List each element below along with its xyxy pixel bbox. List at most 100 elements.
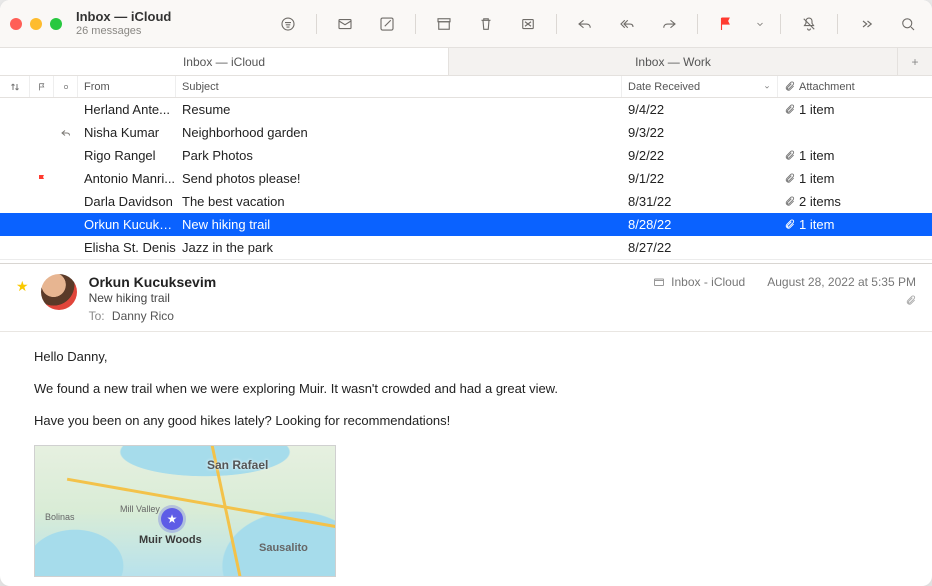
row-subject: Send photos please! [176, 171, 622, 186]
row-date: 8/28/22 [622, 217, 778, 232]
map-attachment[interactable]: San Rafael Bolinas Mill Valley ★ Muir Wo… [34, 445, 336, 577]
map-pin-icon: ★ [161, 508, 183, 530]
preview-header: ★ Orkun Kucuksevim New hiking trail To: … [0, 264, 932, 332]
sort-column-header[interactable] [0, 76, 30, 97]
message-list: Herland Ante...Resume9/4/221 itemNisha K… [0, 98, 932, 259]
map-pin-label: Muir Woods [139, 534, 202, 546]
preview-main: Orkun Kucuksevim New hiking trail To: Da… [89, 274, 642, 323]
row-attachment: 2 items [778, 194, 932, 209]
column-headers: From Subject Date Received Attachment [0, 76, 932, 98]
toolbar [274, 12, 922, 36]
junk-button[interactable] [514, 12, 542, 36]
preview-attachment-indicator[interactable] [653, 295, 916, 309]
message-row[interactable]: Herland Ante...Resume9/4/221 item [0, 98, 932, 121]
vip-star-icon[interactable]: ★ [16, 278, 29, 323]
window-title-block: Inbox — iCloud 26 messages [76, 10, 216, 38]
minimize-window-button[interactable] [30, 18, 42, 30]
forward-button[interactable] [655, 12, 683, 36]
search-button[interactable] [894, 12, 922, 36]
preview-date: August 28, 2022 at 5:35 PM [767, 275, 916, 289]
tab-inbox-work[interactable]: Inbox — Work [449, 48, 898, 75]
row-from: Nisha Kumar [78, 125, 176, 140]
row-attachment: 1 item [778, 171, 932, 186]
archive-button[interactable] [430, 12, 458, 36]
compose-button[interactable] [373, 12, 401, 36]
flag-menu-chevron-icon[interactable] [754, 12, 766, 36]
close-window-button[interactable] [10, 18, 22, 30]
preview-subject: New hiking trail [89, 291, 642, 305]
status-column-header[interactable] [54, 76, 78, 97]
zoom-window-button[interactable] [50, 18, 62, 30]
mailbox-tabs: Inbox — iCloud Inbox — Work + [0, 48, 932, 76]
filter-button[interactable] [274, 12, 302, 36]
message-row[interactable]: Nisha KumarNeighborhood garden9/3/22 [0, 121, 932, 144]
row-from: Herland Ante... [78, 102, 176, 117]
row-attachment: 1 item [778, 102, 932, 117]
from-column-header[interactable]: From [78, 76, 176, 97]
map-label-sausalito: Sausalito [259, 542, 308, 554]
sender-avatar[interactable] [41, 274, 77, 310]
message-row[interactable]: Orkun Kucuks...New hiking trail8/28/221 … [0, 213, 932, 236]
mail-window: Inbox — iCloud 26 messages [0, 0, 932, 586]
tab-inbox-icloud[interactable]: Inbox — iCloud [0, 48, 449, 75]
row-subject: Resume [176, 102, 622, 117]
window-subtitle: 26 messages [76, 25, 216, 38]
map-label-san-rafael: San Rafael [207, 458, 268, 472]
attachment-column-header[interactable]: Attachment [778, 76, 932, 97]
to-value[interactable]: Danny Rico [112, 309, 174, 323]
row-reply-icon [54, 127, 78, 139]
row-date: 9/4/22 [622, 102, 778, 117]
window-controls [10, 18, 62, 30]
tab-label: Inbox — Work [635, 55, 711, 69]
trash-button[interactable] [472, 12, 500, 36]
row-flag-icon [30, 173, 54, 185]
row-date: 8/31/22 [622, 194, 778, 209]
message-row[interactable]: Antonio Manri...Send photos please!9/1/2… [0, 167, 932, 190]
flag-button[interactable] [712, 12, 740, 36]
map-label-mill-valley: Mill Valley [120, 504, 160, 514]
reply-button[interactable] [571, 12, 599, 36]
preview-to-line: To: Danny Rico [89, 309, 642, 323]
preview-meta: Inbox - iCloud August 28, 2022 at 5:35 P… [653, 274, 916, 323]
row-from: Darla Davidson [78, 194, 176, 209]
tab-label: Inbox — iCloud [183, 55, 265, 69]
body-paragraph: Hello Danny, [34, 348, 908, 366]
row-from: Antonio Manri... [78, 171, 176, 186]
to-label: To: [89, 309, 105, 323]
new-message-button[interactable] [331, 12, 359, 36]
body-paragraph: Have you been on any good hikes lately? … [34, 412, 908, 430]
more-button[interactable] [852, 12, 880, 36]
reply-all-button[interactable] [613, 12, 641, 36]
row-subject: Park Photos [176, 148, 622, 163]
row-subject: Neighborhood garden [176, 125, 622, 140]
row-date: 9/1/22 [622, 171, 778, 186]
preview-folder[interactable]: Inbox - iCloud August 28, 2022 at 5:35 P… [653, 274, 916, 289]
message-row[interactable]: Elisha St. DenisJazz in the park8/27/22 [0, 236, 932, 259]
titlebar: Inbox — iCloud 26 messages [0, 0, 932, 48]
row-subject: New hiking trail [176, 217, 622, 232]
window-title: Inbox — iCloud [76, 10, 216, 25]
map-label-bolinas: Bolinas [45, 512, 75, 522]
subject-column-header[interactable]: Subject [176, 76, 622, 97]
row-attachment: 1 item [778, 148, 932, 163]
message-row[interactable]: Darla DavidsonThe best vacation8/31/222 … [0, 190, 932, 213]
row-from: Rigo Rangel [78, 148, 176, 163]
row-from: Elisha St. Denis [78, 240, 176, 255]
preview-folder-label: Inbox - iCloud [671, 275, 745, 289]
date-column-header[interactable]: Date Received [622, 76, 778, 97]
row-subject: The best vacation [176, 194, 622, 209]
row-date: 9/3/22 [622, 125, 778, 140]
row-from: Orkun Kucuks... [78, 217, 176, 232]
paperclip-icon [784, 81, 795, 92]
row-attachment: 1 item [778, 217, 932, 232]
add-tab-button[interactable]: + [898, 48, 932, 75]
flag-column-header[interactable] [30, 76, 54, 97]
row-date: 9/2/22 [622, 148, 778, 163]
mute-button[interactable] [795, 12, 823, 36]
preview-sender-name: Orkun Kucuksevim [89, 274, 642, 290]
paperclip-icon [905, 295, 916, 306]
folder-icon [653, 276, 665, 288]
message-row[interactable]: Rigo RangelPark Photos9/2/221 item [0, 144, 932, 167]
body-paragraph: We found a new trail when we were explor… [34, 380, 908, 398]
row-date: 8/27/22 [622, 240, 778, 255]
